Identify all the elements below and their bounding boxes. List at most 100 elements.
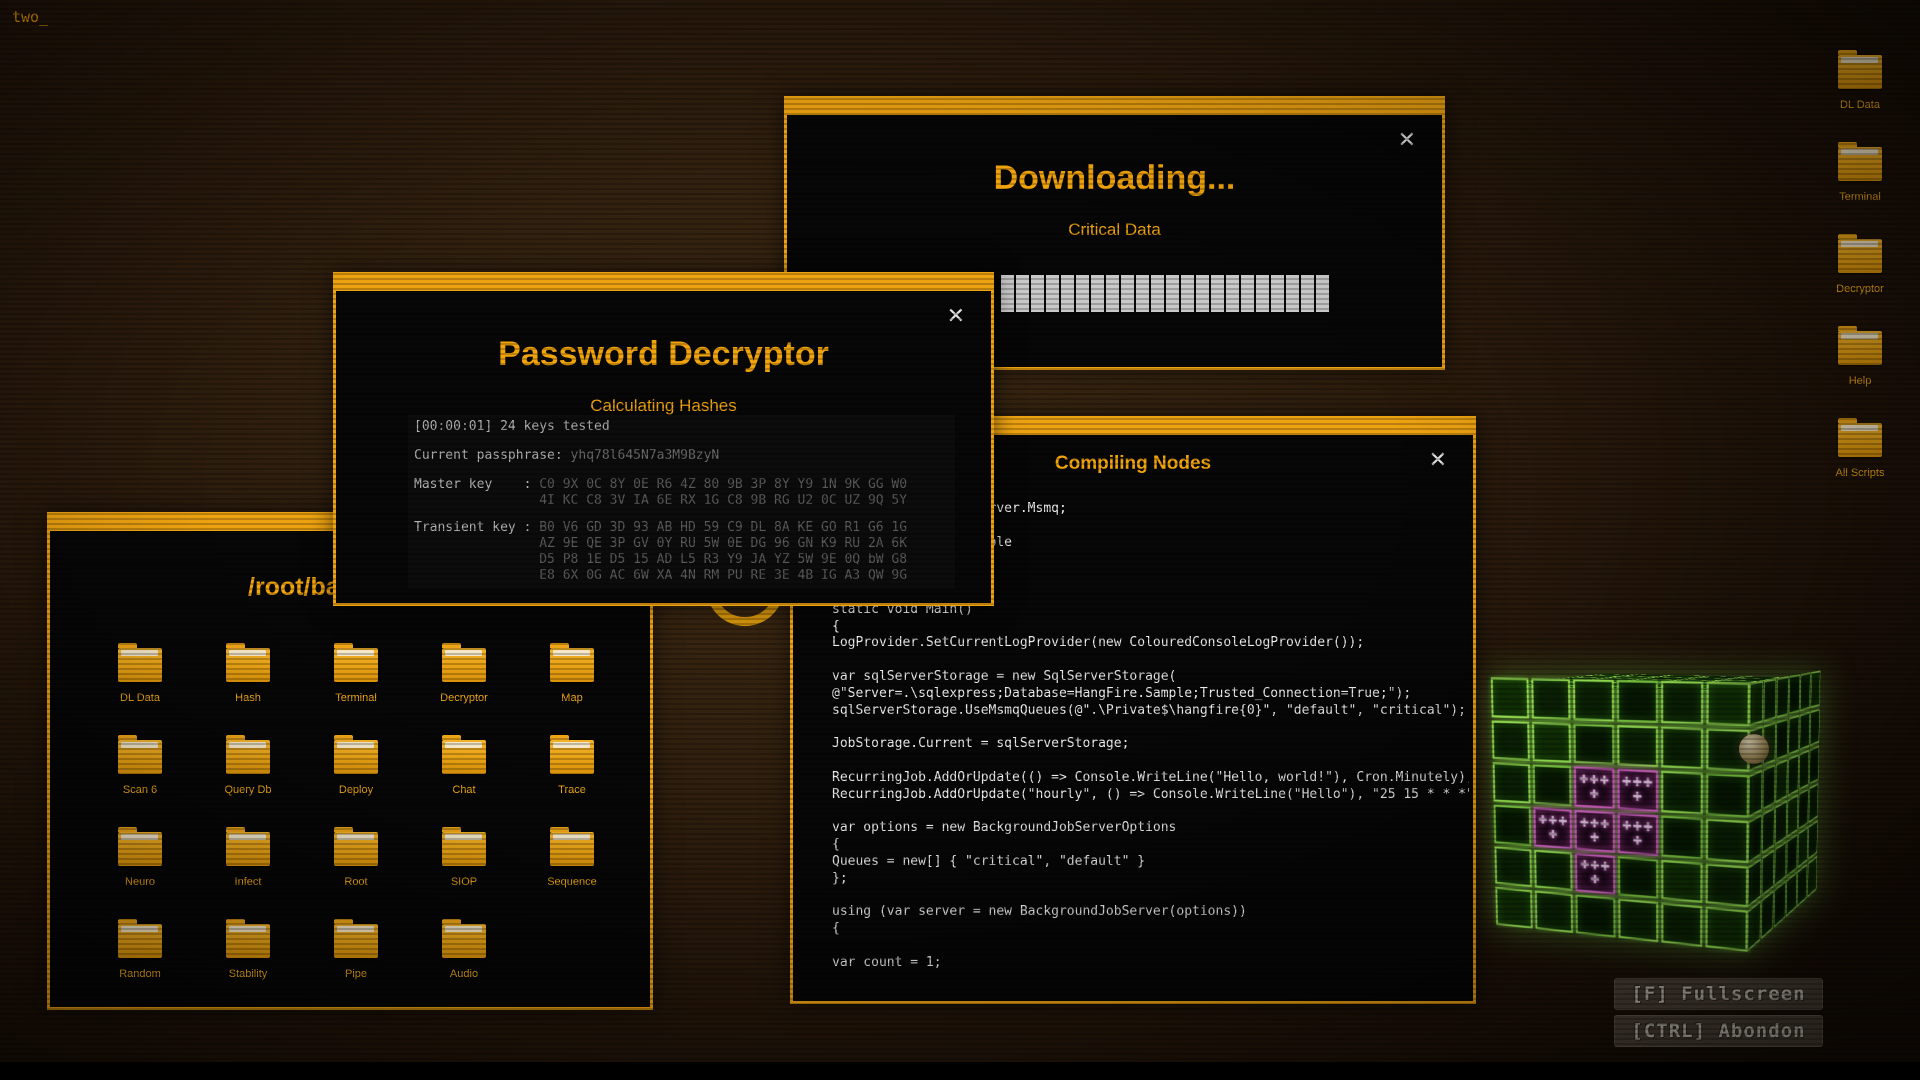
cube-cell[interactable] xyxy=(1748,858,1761,908)
cube-cell[interactable] xyxy=(1788,754,1799,796)
cube-cell[interactable] xyxy=(1491,677,1529,718)
cube-cell[interactable] xyxy=(1774,881,1786,928)
cube-cell[interactable] xyxy=(1787,794,1798,837)
cube-cell[interactable] xyxy=(1645,677,1694,680)
terminal-prompt[interactable]: two_ xyxy=(12,8,48,26)
cube-cell[interactable] xyxy=(1531,678,1570,719)
cube-cell[interactable] xyxy=(1618,899,1658,942)
cube-cell[interactable]: ✚✚✚✚ xyxy=(1575,852,1614,895)
cube-cell[interactable] xyxy=(1798,826,1808,868)
close-icon[interactable]: ✕ xyxy=(947,307,965,327)
cube-cell[interactable] xyxy=(1808,820,1818,861)
cube-cell[interactable] xyxy=(1762,807,1774,854)
cube-cell[interactable] xyxy=(1799,711,1809,751)
folder-item-random[interactable]: Random xyxy=(92,924,188,1016)
cube-cell[interactable] xyxy=(1495,887,1532,929)
folder-item-stability[interactable]: Stability xyxy=(200,924,296,1016)
cube-cell[interactable] xyxy=(1786,833,1797,877)
cube-cell[interactable] xyxy=(1617,725,1658,768)
cube-cell[interactable] xyxy=(1810,708,1820,746)
cube-cell[interactable] xyxy=(1763,764,1776,810)
cube-cell[interactable] xyxy=(1706,682,1750,726)
cube-cell[interactable] xyxy=(1706,818,1749,863)
desktop-icon-terminal[interactable]: Terminal xyxy=(1812,142,1908,234)
cube-cell[interactable] xyxy=(1697,676,1744,678)
cube-cell[interactable] xyxy=(1661,815,1703,859)
cube-cell[interactable] xyxy=(1764,678,1777,722)
cube-cell[interactable] xyxy=(1492,720,1530,761)
cube-cell[interactable] xyxy=(1807,856,1817,898)
cube-cell[interactable] xyxy=(1683,678,1731,681)
cube-cell[interactable] xyxy=(1786,872,1797,917)
folder-item-chat[interactable]: Chat xyxy=(416,740,512,832)
cube-cell[interactable] xyxy=(1775,841,1787,887)
cube-cell[interactable] xyxy=(1576,895,1615,938)
cube-cell[interactable]: ✚✚✚✚ xyxy=(1575,810,1615,853)
cube-cell[interactable] xyxy=(1661,859,1702,903)
cube-cell[interactable]: ✚✚✚✚ xyxy=(1617,769,1658,812)
cube-cell[interactable] xyxy=(1748,814,1761,863)
cube-cell[interactable] xyxy=(1534,849,1573,891)
folder-item-hash[interactable]: Hash xyxy=(200,648,296,740)
close-icon[interactable]: ✕ xyxy=(1398,131,1416,151)
cube-cell[interactable] xyxy=(1607,676,1656,678)
cube-cell[interactable] xyxy=(1533,765,1572,807)
desktop-icon-dl-data[interactable]: DL Data xyxy=(1812,50,1908,142)
cube-cell[interactable] xyxy=(1616,680,1657,723)
cube-cell[interactable] xyxy=(1661,681,1703,724)
folder-item-audio[interactable]: Audio xyxy=(416,924,512,1016)
cube-cell[interactable] xyxy=(1761,891,1773,940)
cube-cell[interactable] xyxy=(1705,863,1748,908)
folder-item-sequence[interactable]: Sequence xyxy=(524,832,620,924)
folder-item-dl-data[interactable]: DL Data xyxy=(92,648,188,740)
cube-cell[interactable] xyxy=(1809,783,1819,823)
folder-item-deploy[interactable]: Deploy xyxy=(308,740,404,832)
cube-cell[interactable] xyxy=(1789,674,1800,714)
folder-item-scan-6[interactable]: Scan 6 xyxy=(92,740,188,832)
cube-cell[interactable] xyxy=(1571,676,1620,678)
folder-item-pipe[interactable]: Pipe xyxy=(308,924,404,1016)
cube-cell[interactable] xyxy=(1800,672,1810,711)
cube-cell[interactable] xyxy=(1776,759,1788,803)
folder-item-query-db[interactable]: Query Db xyxy=(200,740,296,832)
folder-item-terminal[interactable]: Terminal xyxy=(308,648,404,740)
folder-item-neuro[interactable]: Neuro xyxy=(92,832,188,924)
cube-cell[interactable] xyxy=(1748,901,1761,952)
cube-cell[interactable]: ✚✚✚✚ xyxy=(1617,813,1658,856)
cube-cell[interactable] xyxy=(1706,773,1749,817)
cube-cell[interactable] xyxy=(1661,903,1702,947)
cube-cell[interactable] xyxy=(1750,680,1764,725)
cube-cell[interactable] xyxy=(1661,771,1703,815)
cube-cell[interactable] xyxy=(1532,722,1571,764)
cube-cell[interactable] xyxy=(1494,846,1532,887)
cube-cell[interactable] xyxy=(1705,907,1748,952)
window-titlebar[interactable] xyxy=(787,99,1442,115)
cube-cell[interactable] xyxy=(1798,788,1808,830)
folder-item-root[interactable]: Root xyxy=(308,832,404,924)
cube-cell[interactable] xyxy=(1775,800,1787,845)
close-icon[interactable]: ✕ xyxy=(1429,451,1447,471)
cube-puzzle[interactable]: ✚✚✚✚✚✚✚✚✚✚✚✚✚✚✚✚✚✚✚✚✚✚✚✚ xyxy=(1495,648,1885,978)
cube-cell[interactable] xyxy=(1811,670,1821,708)
cube-cell[interactable] xyxy=(1809,746,1819,785)
folder-item-decryptor[interactable]: Decryptor xyxy=(416,648,512,740)
cube-cell[interactable] xyxy=(1661,726,1703,770)
folder-item-map[interactable]: Map xyxy=(524,648,620,740)
cube-cell[interactable] xyxy=(1494,805,1532,846)
folder-item-trace[interactable]: Trace xyxy=(524,740,620,832)
cube-cell[interactable] xyxy=(1623,675,1670,677)
cube-cell[interactable] xyxy=(1573,679,1613,721)
folder-item-siop[interactable]: SIOP xyxy=(416,832,512,924)
fullscreen-button[interactable]: [F] Fullscreen xyxy=(1614,978,1823,1010)
cube-cell[interactable] xyxy=(1749,770,1762,818)
desktop-icon-decryptor[interactable]: Decryptor xyxy=(1812,234,1908,326)
window-titlebar[interactable] xyxy=(336,275,991,291)
cube-cell[interactable]: ✚✚✚✚ xyxy=(1574,767,1614,809)
cube-cell[interactable] xyxy=(1799,750,1809,791)
cube-cell[interactable] xyxy=(1797,864,1807,907)
cube-cell[interactable] xyxy=(1777,676,1789,718)
cube-cell[interactable] xyxy=(1618,856,1658,899)
cube-cell[interactable] xyxy=(1788,714,1799,755)
cube-cell[interactable] xyxy=(1535,891,1573,933)
cube-cell[interactable] xyxy=(1588,674,1635,676)
